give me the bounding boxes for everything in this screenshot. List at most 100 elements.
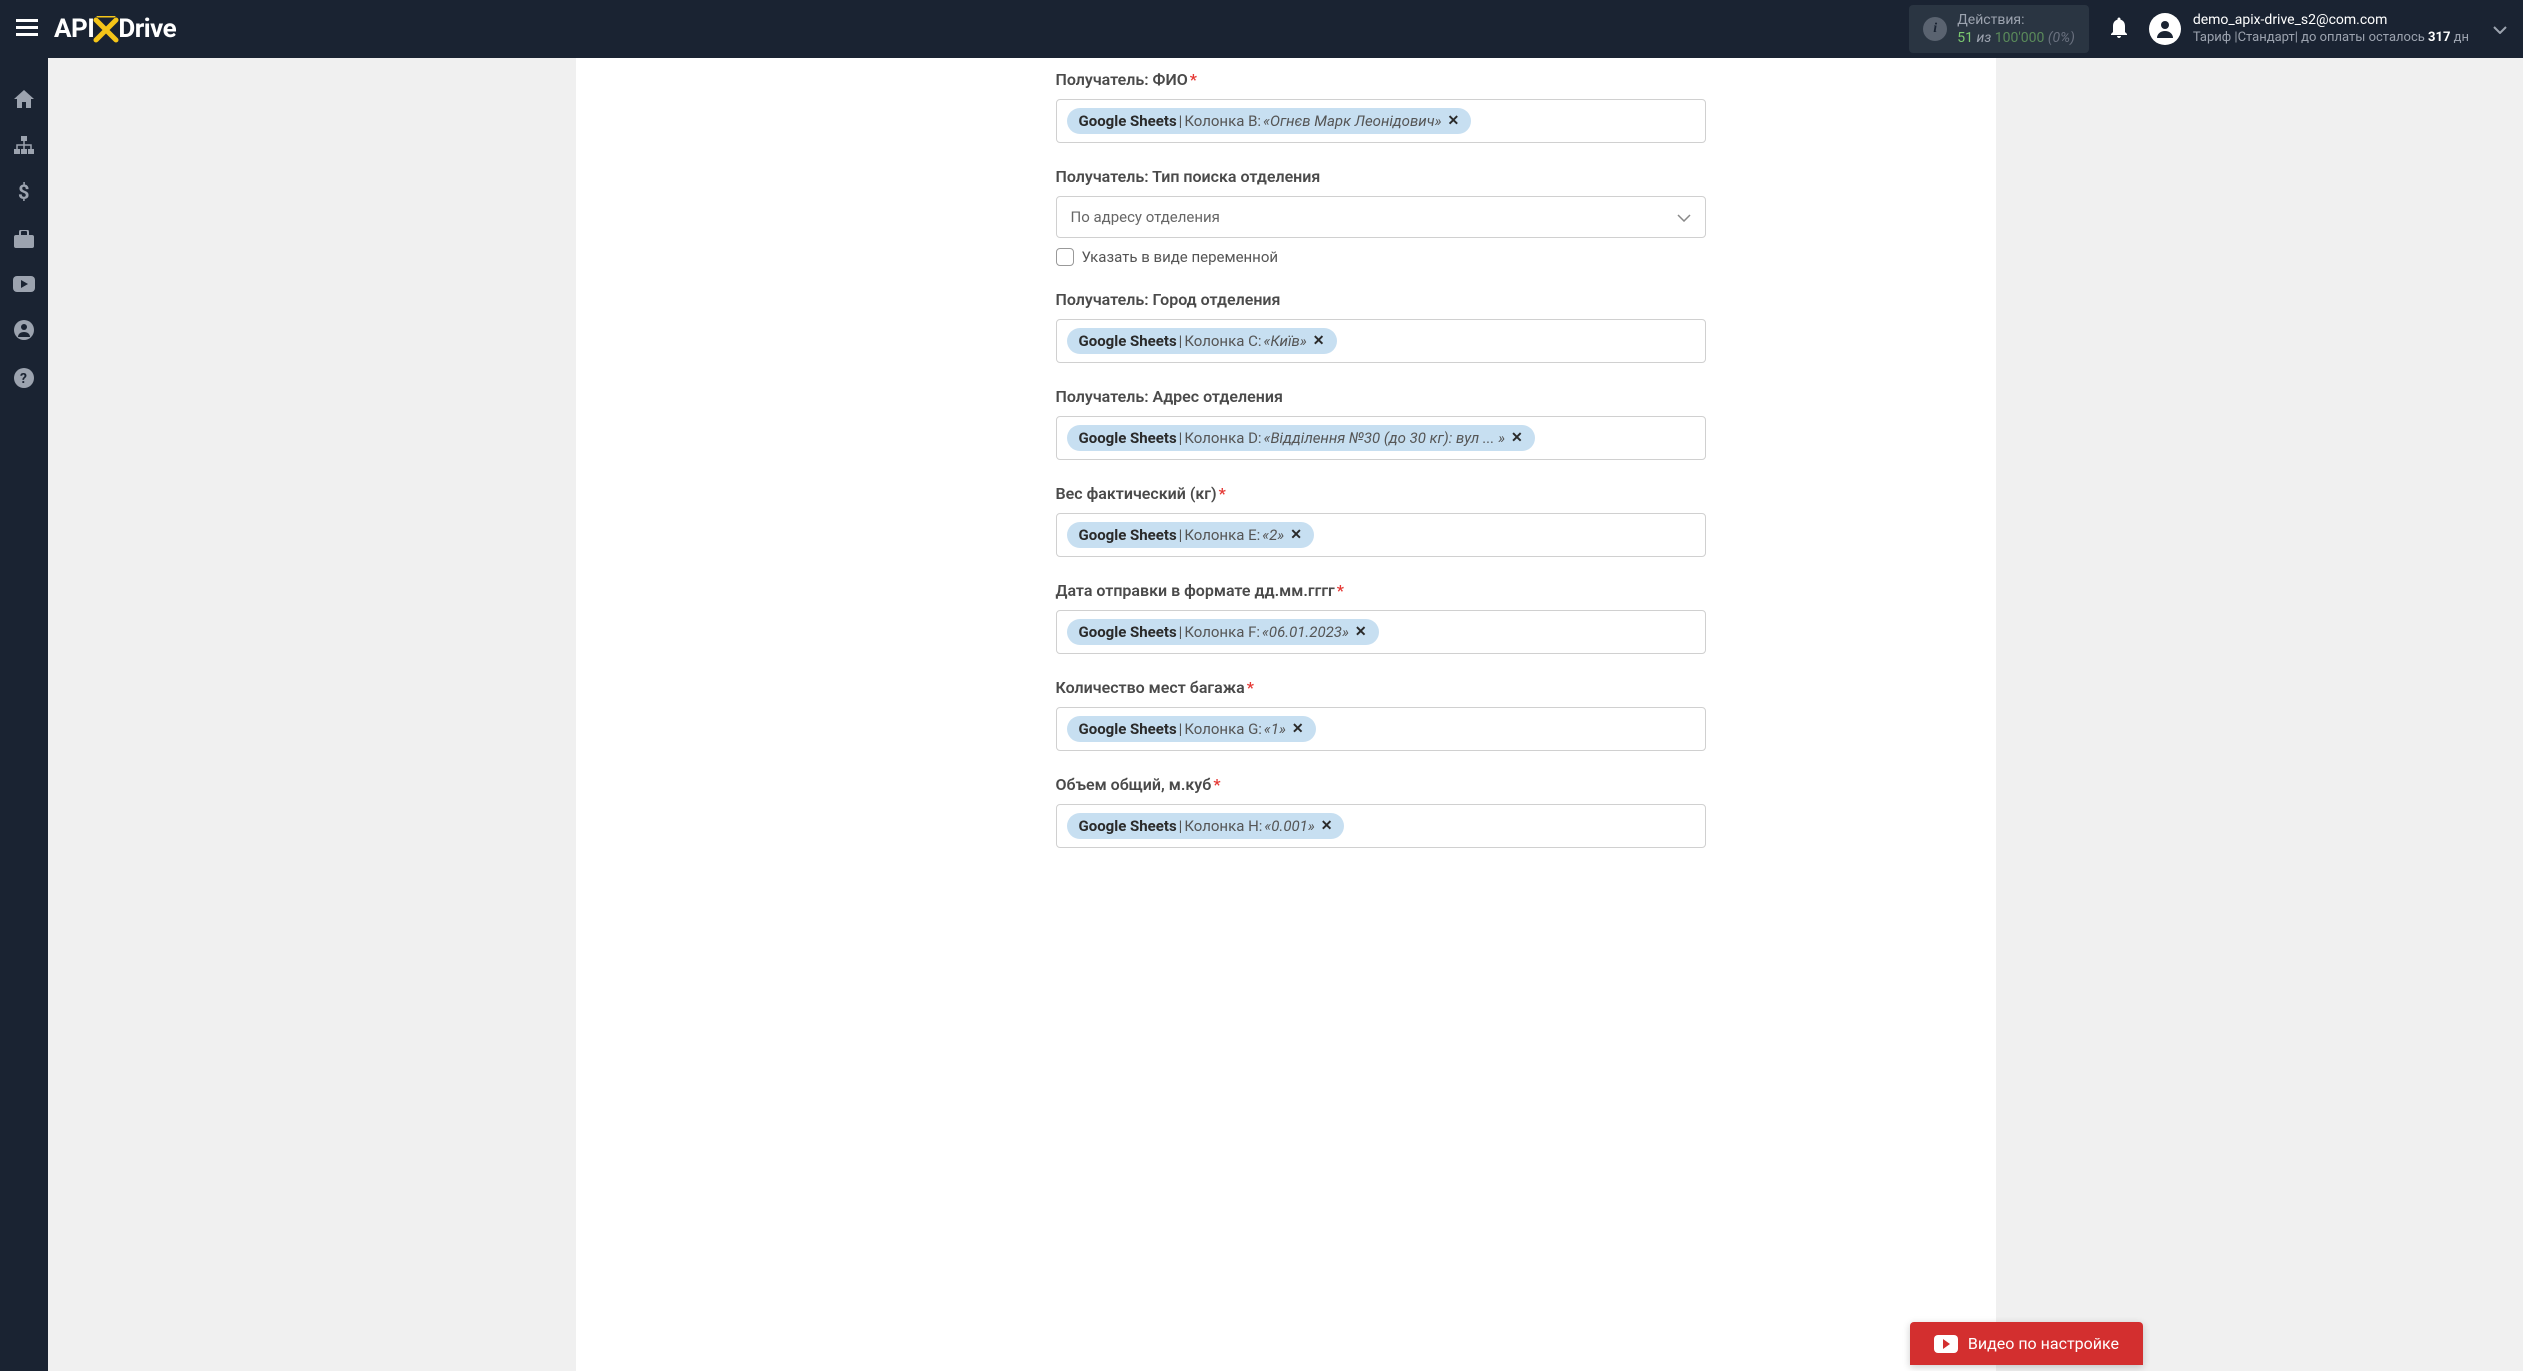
variable-token[interactable]: Google Sheets | Колонка G: «1»✕ bbox=[1067, 716, 1316, 742]
token-value: «0.001» bbox=[1264, 817, 1314, 835]
main-area: Получатель: ФИО* Google Sheets | Колонка … bbox=[48, 58, 2523, 1371]
field-group: Получатель: Адрес отделения Google Sheets… bbox=[1056, 387, 1706, 460]
field-group: Получатель: Город отделения Google Sheets… bbox=[1056, 290, 1706, 363]
token-column: Колонка F: bbox=[1184, 623, 1260, 641]
token-remove-icon[interactable]: ✕ bbox=[1355, 624, 1367, 640]
token-source: Google Sheets bbox=[1079, 429, 1177, 447]
required-mark: * bbox=[1247, 678, 1254, 697]
user-info: demo_apix-drive_s2@com.com Тариф |Станда… bbox=[2193, 11, 2469, 46]
checkbox-row: Указать в виде переменной bbox=[1056, 248, 1706, 266]
field-group: Получатель: Тип поиска отделения По адрес… bbox=[1056, 167, 1706, 266]
info-icon: i bbox=[1923, 17, 1947, 41]
user-icon[interactable] bbox=[14, 320, 34, 340]
token-value: «2» bbox=[1262, 526, 1284, 544]
field-group: Дата отправки в формате дд.мм.гггг* Googl… bbox=[1056, 581, 1706, 654]
token-input[interactable]: Google Sheets | Колонка H: «0.001»✕ bbox=[1056, 804, 1706, 848]
field-label: Получатель: ФИО* bbox=[1056, 70, 1706, 89]
hierarchy-icon[interactable] bbox=[14, 136, 34, 154]
token-remove-icon[interactable]: ✕ bbox=[1292, 721, 1304, 737]
variable-token[interactable]: Google Sheets | Колонка H: «0.001»✕ bbox=[1067, 813, 1345, 839]
user-avatar-icon bbox=[2149, 13, 2181, 45]
token-column: Колонка E: bbox=[1184, 526, 1260, 544]
variable-checkbox[interactable] bbox=[1056, 248, 1074, 266]
field-group: Получатель: ФИО* Google Sheets | Колонка … bbox=[1056, 70, 1706, 143]
token-column: Колонка D: bbox=[1184, 429, 1261, 447]
actions-counter[interactable]: i Действия: 51 из 100'000 (0%) bbox=[1909, 5, 2089, 53]
actions-text: Действия: 51 из 100'000 (0%) bbox=[1957, 11, 2075, 47]
token-column: Колонка H: bbox=[1184, 817, 1262, 835]
bell-icon[interactable] bbox=[2109, 16, 2129, 42]
field-group: Вес фактический (кг)*Google Sheets | Кол… bbox=[1056, 484, 1706, 557]
field-group: Количество мест багажа*Google Sheets | К… bbox=[1056, 678, 1706, 751]
home-icon[interactable] bbox=[14, 90, 34, 108]
token-source: Google Sheets bbox=[1079, 112, 1177, 130]
briefcase-icon[interactable] bbox=[14, 230, 34, 248]
token-value: «06.01.2023» bbox=[1262, 623, 1349, 641]
form-section: Получатель: ФИО* Google Sheets | Колонка … bbox=[1056, 70, 1706, 848]
token-value: «Огнєв Марк Леонідович» bbox=[1263, 112, 1441, 130]
token-column: Колонка B: bbox=[1184, 112, 1261, 130]
field-group: Объем общий, м.куб*Google Sheets | Колон… bbox=[1056, 775, 1706, 848]
logo-x-text bbox=[92, 14, 120, 44]
token-remove-icon[interactable]: ✕ bbox=[1313, 333, 1325, 349]
content-card: Получатель: ФИО* Google Sheets | Колонка … bbox=[576, 58, 1996, 1371]
user-section[interactable]: demo_apix-drive_s2@com.com Тариф |Станда… bbox=[2149, 11, 2507, 46]
field-label: Получатель: Адрес отделения bbox=[1056, 387, 1706, 406]
user-email: demo_apix-drive_s2@com.com bbox=[2193, 11, 2469, 29]
select-value: По адресу отделения bbox=[1071, 208, 1220, 226]
token-remove-icon[interactable]: ✕ bbox=[1511, 430, 1523, 446]
variable-token[interactable]: Google Sheets | Колонка D: «Відділення №… bbox=[1067, 425, 1535, 451]
select-input[interactable]: По адресу отделения bbox=[1056, 196, 1706, 238]
chevron-down-icon[interactable] bbox=[2493, 19, 2507, 38]
token-input[interactable]: Google Sheets | Колонка D: «Відділення №… bbox=[1056, 416, 1706, 460]
video-tutorial-button[interactable]: Видео по настройке bbox=[1910, 1322, 2143, 1365]
token-input[interactable]: Google Sheets | Колонка F: «06.01.2023»✕ bbox=[1056, 610, 1706, 654]
actions-pct: (0%) bbox=[2048, 30, 2075, 46]
token-input[interactable]: Google Sheets | Колонка E: «2»✕ bbox=[1056, 513, 1706, 557]
token-source: Google Sheets bbox=[1079, 526, 1177, 544]
required-mark: * bbox=[1337, 581, 1344, 600]
variable-token[interactable]: Google Sheets | Колонка E: «2»✕ bbox=[1067, 522, 1314, 548]
actions-total: 100'000 bbox=[1995, 30, 2045, 46]
hamburger-menu-icon[interactable] bbox=[16, 15, 38, 43]
token-remove-icon[interactable]: ✕ bbox=[1448, 113, 1460, 129]
svg-text:?: ? bbox=[20, 371, 27, 387]
token-remove-icon[interactable]: ✕ bbox=[1290, 527, 1302, 543]
token-remove-icon[interactable]: ✕ bbox=[1321, 818, 1333, 834]
field-label: Вес фактический (кг)* bbox=[1056, 484, 1706, 503]
play-icon bbox=[1934, 1335, 1958, 1353]
logo-api-text: API bbox=[54, 14, 94, 44]
checkbox-label: Указать в виде переменной bbox=[1082, 248, 1279, 266]
token-column: Колонка G: bbox=[1184, 720, 1262, 738]
sidebar: $ ? bbox=[0, 58, 48, 1371]
youtube-icon[interactable] bbox=[13, 276, 35, 292]
variable-token[interactable]: Google Sheets | Колонка C: «Київ»✕ bbox=[1067, 328, 1337, 354]
token-column: Колонка C: bbox=[1184, 332, 1261, 350]
field-label: Дата отправки в формате дд.мм.гггг* bbox=[1056, 581, 1706, 600]
token-source: Google Sheets bbox=[1079, 332, 1177, 350]
field-label: Количество мест багажа* bbox=[1056, 678, 1706, 697]
actions-value: 51 bbox=[1957, 30, 1973, 46]
token-source: Google Sheets bbox=[1079, 720, 1177, 738]
token-input[interactable]: Google Sheets | Колонка C: «Київ»✕ bbox=[1056, 319, 1706, 363]
token-source: Google Sheets bbox=[1079, 623, 1177, 641]
token-input[interactable]: Google Sheets | Колонка B: «Огнєв Марк Л… bbox=[1056, 99, 1706, 143]
variable-token[interactable]: Google Sheets | Колонка B: «Огнєв Марк Л… bbox=[1067, 108, 1472, 134]
user-tariff: Тариф |Стандарт| до оплаты осталось 317 … bbox=[2193, 30, 2469, 47]
help-icon[interactable]: ? bbox=[14, 368, 34, 388]
variable-token[interactable]: Google Sheets | Колонка F: «06.01.2023»✕ bbox=[1067, 619, 1379, 645]
top-header: API Drive i Действия: 51 из 100'000 (0%) bbox=[0, 0, 2523, 58]
token-input[interactable]: Google Sheets | Колонка G: «1»✕ bbox=[1056, 707, 1706, 751]
token-source: Google Sheets bbox=[1079, 817, 1177, 835]
video-button-label: Видео по настройке bbox=[1968, 1334, 2119, 1353]
token-value: «1» bbox=[1264, 720, 1286, 738]
field-label: Получатель: Город отделения bbox=[1056, 290, 1706, 309]
field-label: Получатель: Тип поиска отделения bbox=[1056, 167, 1706, 186]
required-mark: * bbox=[1213, 775, 1220, 794]
token-value: «Київ» bbox=[1263, 332, 1306, 350]
dollar-icon[interactable]: $ bbox=[18, 182, 30, 202]
required-mark: * bbox=[1190, 70, 1197, 89]
required-mark: * bbox=[1219, 484, 1226, 503]
logo[interactable]: API Drive bbox=[54, 14, 176, 44]
logo-drive-text: Drive bbox=[118, 14, 176, 44]
